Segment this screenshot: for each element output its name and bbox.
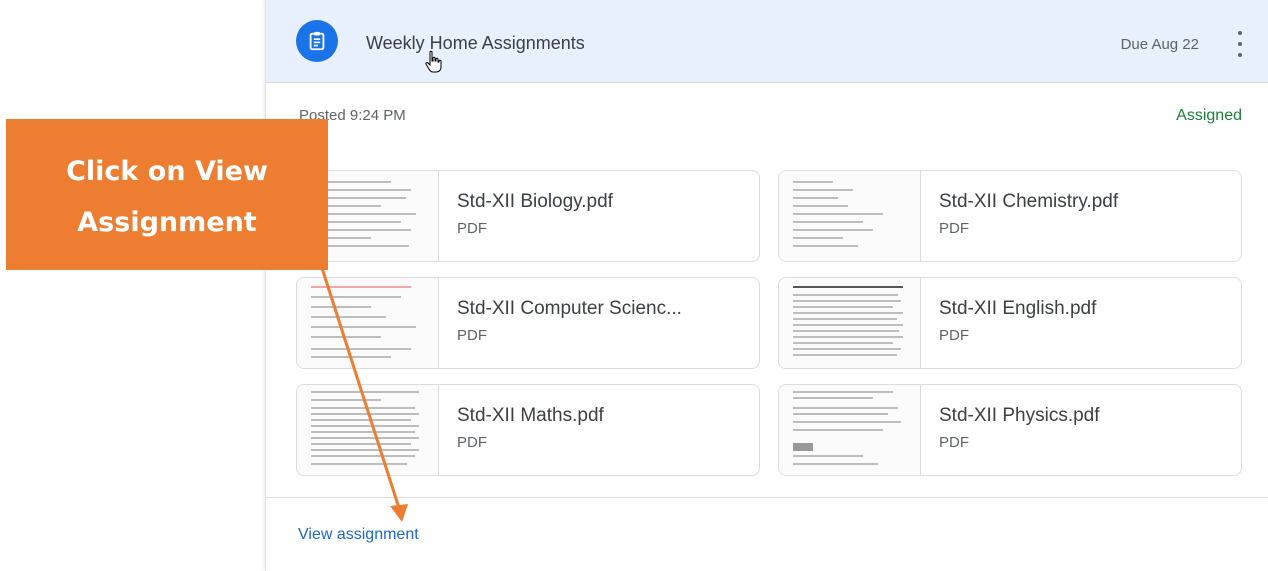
- pdf-thumbnail: [297, 278, 439, 368]
- file-attachment-english[interactable]: Std-XII English.pdf PDF: [778, 277, 1242, 369]
- more-options-icon[interactable]: [1233, 31, 1247, 57]
- file-attachment-chemistry[interactable]: Std-XII Chemistry.pdf PDF: [778, 170, 1242, 262]
- file-name: Std-XII Maths.pdf: [457, 405, 604, 426]
- file-name: Std-XII Physics.pdf: [939, 405, 1100, 426]
- file-name: Std-XII Biology.pdf: [457, 191, 613, 212]
- pdf-thumbnail: [779, 171, 921, 261]
- annotation-callout: Click on View Assignment: [6, 119, 328, 270]
- file-name: Std-XII Computer Scienc...: [457, 298, 682, 319]
- file-name: Std-XII Chemistry.pdf: [939, 191, 1119, 212]
- file-attachment-maths[interactable]: Std-XII Maths.pdf PDF: [296, 384, 760, 476]
- assignment-title[interactable]: Weekly Home Assignments: [366, 33, 585, 54]
- file-type: PDF: [457, 220, 487, 237]
- file-type: PDF: [939, 434, 969, 451]
- assignment-header[interactable]: Weekly Home Assignments Due Aug 22: [266, 0, 1268, 83]
- file-type: PDF: [939, 220, 969, 237]
- file-name: Std-XII English.pdf: [939, 298, 1097, 319]
- assignment-card: Weekly Home Assignments Due Aug 22 Poste…: [265, 0, 1268, 571]
- file-attachment-physics[interactable]: Std-XII Physics.pdf PDF: [778, 384, 1242, 476]
- pdf-thumbnail: [297, 385, 439, 475]
- pdf-thumbnail: [779, 385, 921, 475]
- file-type: PDF: [457, 327, 487, 344]
- pdf-thumbnail: [779, 278, 921, 368]
- file-type: PDF: [457, 434, 487, 451]
- file-attachment-computer-science[interactable]: Std-XII Computer Scienc... PDF: [296, 277, 760, 369]
- view-assignment-link[interactable]: View assignment: [298, 526, 419, 544]
- assignment-footer: View assignment: [266, 497, 1268, 571]
- hand-pointer-icon: [424, 50, 444, 79]
- due-date: Due Aug 22: [1120, 36, 1199, 53]
- annotation-line-1: Click on View: [66, 155, 268, 187]
- status-badge: Assigned: [1176, 107, 1242, 124]
- assignment-icon: [296, 20, 338, 62]
- annotation-line-2: Assignment: [77, 206, 257, 238]
- file-attachment-biology[interactable]: Std-XII Biology.pdf PDF: [296, 170, 760, 262]
- file-type: PDF: [939, 327, 969, 344]
